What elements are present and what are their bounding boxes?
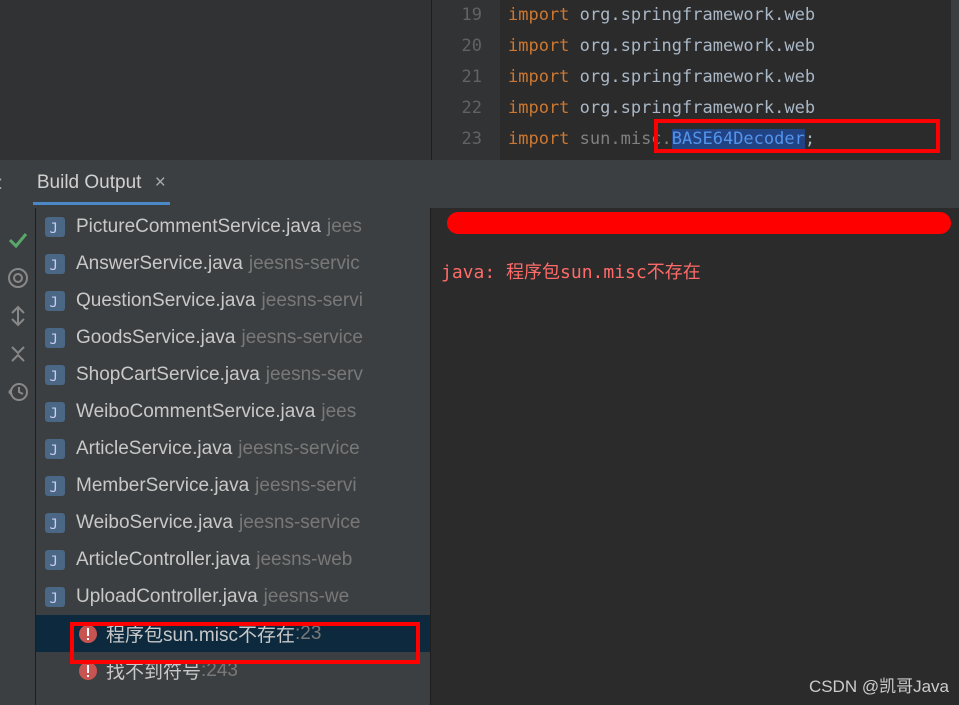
line-number: 20 xyxy=(432,31,500,62)
svg-text:J: J xyxy=(50,295,58,311)
file-path: jees xyxy=(327,216,362,238)
line-number: 19 xyxy=(432,0,500,31)
java-file-icon: J xyxy=(44,290,66,312)
code-content[interactable]: import org.springframework.web import or… xyxy=(500,0,959,160)
tree-file-item[interactable]: J WeiboCommentService.java jees xyxy=(36,393,430,430)
code-line: import org.springframework.web xyxy=(508,0,959,31)
history-icon[interactable] xyxy=(6,380,30,404)
error-detail-panel: java: 程序包sun.misc不存在 xyxy=(431,208,959,705)
file-name: WeiboService.java xyxy=(76,512,233,534)
svg-text:J: J xyxy=(50,480,58,496)
file-name: ArticleController.java xyxy=(76,549,250,571)
java-file-icon: J xyxy=(44,512,66,534)
build-body: J PictureCommentService.java jees J Answe… xyxy=(0,208,959,705)
java-file-icon: J xyxy=(44,549,66,571)
tab-build-output[interactable]: Build Output × xyxy=(33,164,170,205)
error-line: :23 xyxy=(295,623,321,645)
svg-text:J: J xyxy=(50,406,58,422)
file-name: PictureCommentService.java xyxy=(76,216,321,238)
file-path: jeesns-servi xyxy=(255,475,356,497)
file-name: ArticleService.java xyxy=(76,438,232,460)
code-line: import sun.misc.BASE64Decoder; xyxy=(508,124,959,155)
svg-text:J: J xyxy=(50,554,58,570)
tree-file-item[interactable]: J UploadController.java jeesns-we xyxy=(36,578,430,615)
error-icon xyxy=(78,624,98,644)
file-path: jeesns-service xyxy=(241,327,362,349)
error-line: :243 xyxy=(201,660,238,682)
file-name: ShopCartService.java xyxy=(76,364,260,386)
target-icon[interactable] xyxy=(6,266,30,290)
file-name: GoodsService.java xyxy=(76,327,235,349)
file-name: UploadController.java xyxy=(76,586,258,608)
file-path: jeesns-we xyxy=(264,586,350,608)
tab-label: Build Output xyxy=(37,172,142,193)
tool-strip xyxy=(0,208,36,705)
annotation-redacted-path xyxy=(447,212,951,234)
build-tree: J PictureCommentService.java jees J Answe… xyxy=(36,208,431,705)
java-file-icon: J xyxy=(44,475,66,497)
code-line: import org.springframework.web xyxy=(508,31,959,62)
watermark: CSDN @凯哥Java xyxy=(809,672,949,697)
expand-icon[interactable] xyxy=(6,304,30,328)
svg-text:J: J xyxy=(50,591,58,607)
error-text: 找不到符号 xyxy=(106,657,201,684)
line-gutter: 19 20 21 22 23 xyxy=(432,0,500,160)
code-editor: 19 20 21 22 23 import org.springframewor… xyxy=(0,0,959,160)
tree-file-item[interactable]: J ShopCartService.java jeesns-serv xyxy=(36,356,430,393)
tree-file-item[interactable]: J AnswerService.java jeesns-servic xyxy=(36,245,430,282)
svg-text:J: J xyxy=(50,221,58,237)
tree-file-item[interactable]: J GoodsService.java jeesns-service xyxy=(36,319,430,356)
file-path: jeesns-service xyxy=(239,512,360,534)
file-path: jeesns-service xyxy=(238,438,359,460)
java-file-icon: J xyxy=(44,438,66,460)
tree-file-item[interactable]: J ArticleService.java jeesns-service xyxy=(36,430,430,467)
java-file-icon: J xyxy=(44,253,66,275)
file-name: AnswerService.java xyxy=(76,253,243,275)
svg-text:J: J xyxy=(50,332,58,348)
tree-file-item[interactable]: J MemberService.java jeesns-servi xyxy=(36,467,430,504)
line-number: 23 xyxy=(432,124,500,155)
java-file-icon: J xyxy=(44,401,66,423)
build-label: uild: xyxy=(0,173,3,195)
tree-error-item[interactable]: 找不到符号:243 xyxy=(36,652,430,689)
code-line: import org.springframework.web xyxy=(508,93,959,124)
build-panel-header: uild: Build Output × xyxy=(0,160,959,208)
java-file-icon: J xyxy=(44,364,66,386)
tree-file-item[interactable]: J QuestionService.java jeesns-servi xyxy=(36,282,430,319)
tree-error-item[interactable]: 程序包sun.misc不存在:23 xyxy=(36,615,430,652)
file-path: jees xyxy=(321,401,356,423)
file-name: QuestionService.java xyxy=(76,290,256,312)
line-number: 22 xyxy=(432,93,500,124)
file-name: WeiboCommentService.java xyxy=(76,401,315,423)
svg-text:J: J xyxy=(50,517,58,533)
file-name: MemberService.java xyxy=(76,475,249,497)
close-icon[interactable]: × xyxy=(155,172,166,193)
java-file-icon: J xyxy=(44,216,66,238)
svg-text:J: J xyxy=(50,443,58,459)
java-file-icon: J xyxy=(44,586,66,608)
tree-file-item[interactable]: J PictureCommentService.java jees xyxy=(36,208,430,245)
file-path: jeesns-servi xyxy=(262,290,363,312)
error-icon xyxy=(78,661,98,681)
tree-file-item[interactable]: J WeiboService.java jeesns-service xyxy=(36,504,430,541)
file-path: jeesns-serv xyxy=(266,364,363,386)
java-file-icon: J xyxy=(44,327,66,349)
checkmark-icon[interactable] xyxy=(6,228,30,252)
file-path: jeesns-web xyxy=(256,549,352,571)
svg-text:J: J xyxy=(50,258,58,274)
tree-file-item[interactable]: J ArticleController.java jeesns-web xyxy=(36,541,430,578)
file-path: jeesns-servic xyxy=(249,253,360,275)
collapse-icon[interactable] xyxy=(6,342,30,366)
line-number: 21 xyxy=(432,62,500,93)
code-line: import org.springframework.web xyxy=(508,62,959,93)
editor-scrollbar[interactable] xyxy=(951,0,959,160)
error-text: 程序包sun.misc不存在 xyxy=(106,620,295,647)
svg-text:J: J xyxy=(50,369,58,385)
editor-left-pane xyxy=(0,0,432,160)
